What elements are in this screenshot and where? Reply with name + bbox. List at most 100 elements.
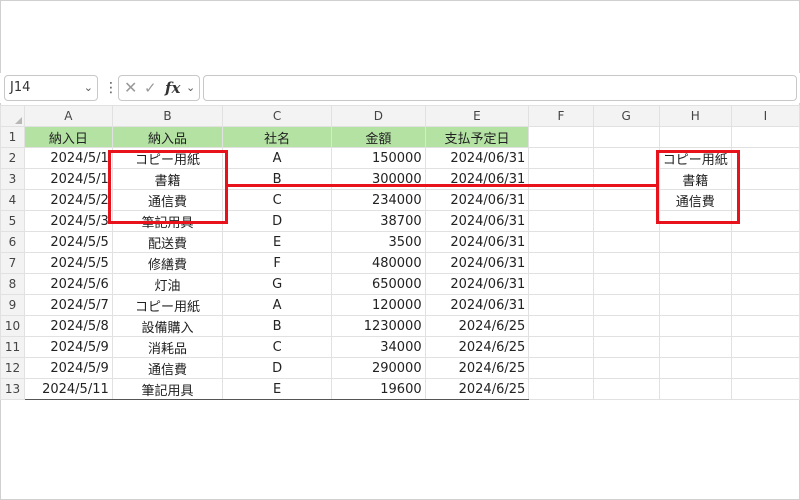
cell[interactable]: コピー用紙 [111,147,224,169]
cell[interactable]: 234000 [331,189,426,211]
cell[interactable] [528,126,594,148]
pasted-cell[interactable]: 通信費 [658,189,732,211]
cell[interactable]: 社名 [222,126,333,148]
pasted-cell[interactable]: コピー用紙 [658,147,732,169]
row-header[interactable]: 11 [0,336,25,358]
cell[interactable]: 2024/5/3 [23,210,113,232]
column-header[interactable]: I [730,105,800,127]
cell[interactable] [730,294,800,316]
cell[interactable]: E [222,231,333,253]
cell[interactable]: D [222,210,333,232]
cell[interactable]: 3500 [331,231,426,253]
cell[interactable] [528,378,594,400]
cell[interactable] [592,378,660,400]
x-icon[interactable]: ✕ [124,76,137,100]
cell[interactable]: 2024/06/31 [424,252,530,274]
cell[interactable]: C [222,336,333,358]
cell[interactable] [592,168,660,190]
cell[interactable]: 2024/5/8 [23,315,113,337]
cell[interactable]: A [222,147,333,169]
cell[interactable]: C [222,189,333,211]
row-header[interactable]: 3 [0,168,25,190]
cell[interactable]: E [222,378,333,400]
cell[interactable]: 書籍 [111,168,224,190]
row-header[interactable]: 2 [0,147,25,169]
cell[interactable] [730,357,800,379]
cell[interactable]: 金額 [331,126,426,148]
chevron-down-icon[interactable]: ⌄ [84,76,93,100]
row-header[interactable]: 9 [0,294,25,316]
cell[interactable]: 設備購入 [111,315,224,337]
cell[interactable]: 120000 [331,294,426,316]
column-header[interactable]: E [424,105,530,127]
cell[interactable]: 2024/5/9 [23,357,113,379]
cell[interactable]: 290000 [331,357,426,379]
cell[interactable]: 通信費 [111,357,224,379]
cell[interactable] [528,336,594,358]
cell[interactable]: 2024/06/31 [424,210,530,232]
cell[interactable]: 480000 [331,252,426,274]
cell[interactable] [528,147,594,169]
cell[interactable] [592,231,660,253]
column-header[interactable]: D [331,105,426,127]
cell[interactable] [730,252,800,274]
cell[interactable] [528,168,594,190]
cell[interactable]: 2024/5/5 [23,231,113,253]
cell[interactable] [730,231,800,253]
row-header[interactable]: 10 [0,315,25,337]
formula-input[interactable] [203,75,797,101]
cell[interactable]: 2024/06/31 [424,231,530,253]
cell[interactable] [528,294,594,316]
cell[interactable]: 2024/5/11 [23,378,113,400]
fx-icon[interactable]: fx [165,76,180,100]
row-header[interactable]: 5 [0,210,25,232]
cell[interactable]: 支払予定日 [424,126,530,148]
row-header[interactable]: 6 [0,231,25,253]
cell[interactable]: 2024/5/1 [23,168,113,190]
cell[interactable] [528,315,594,337]
row-header[interactable]: 1 [0,126,25,148]
select-all-corner[interactable] [0,105,25,127]
column-header[interactable]: C [222,105,333,127]
cell[interactable] [592,147,660,169]
cell[interactable] [592,189,660,211]
cell[interactable] [528,357,594,379]
cell[interactable]: B [222,315,333,337]
row-header[interactable]: 7 [0,252,25,274]
cell[interactable] [528,210,594,232]
cell[interactable]: 2024/06/31 [424,294,530,316]
cell[interactable]: 34000 [331,336,426,358]
cell[interactable]: 2024/6/25 [424,357,530,379]
cell[interactable]: 2024/5/6 [23,273,113,295]
cell[interactable]: 2024/06/31 [424,168,530,190]
chevron-down-icon[interactable]: ⌄ [186,76,195,100]
cell[interactable] [592,336,660,358]
cell[interactable] [730,168,800,190]
cell[interactable]: 通信費 [111,189,224,211]
cell[interactable]: D [222,357,333,379]
cell[interactable]: 38700 [331,210,426,232]
cell[interactable]: 2024/06/31 [424,147,530,169]
cell[interactable] [528,189,594,211]
cell[interactable]: 1230000 [331,315,426,337]
cell[interactable]: G [222,273,333,295]
cell[interactable]: 2024/5/1 [23,147,113,169]
cell[interactable] [730,336,800,358]
row-header[interactable]: 13 [0,378,25,400]
row-header[interactable]: 12 [0,357,25,379]
column-header[interactable]: A [23,105,113,127]
cell[interactable] [658,210,732,232]
row-header[interactable]: 4 [0,189,25,211]
cell[interactable] [730,273,800,295]
cell[interactable]: F [222,252,333,274]
cell[interactable]: 2024/5/9 [23,336,113,358]
cell[interactable] [658,273,732,295]
cell[interactable] [730,189,800,211]
cell[interactable]: 配送費 [111,231,224,253]
cell[interactable] [528,273,594,295]
cell[interactable]: 2024/6/25 [424,336,530,358]
cell[interactable]: 2024/5/2 [23,189,113,211]
cell[interactable]: 19600 [331,378,426,400]
row-header[interactable]: 8 [0,273,25,295]
cell[interactable]: 納入日 [23,126,113,148]
